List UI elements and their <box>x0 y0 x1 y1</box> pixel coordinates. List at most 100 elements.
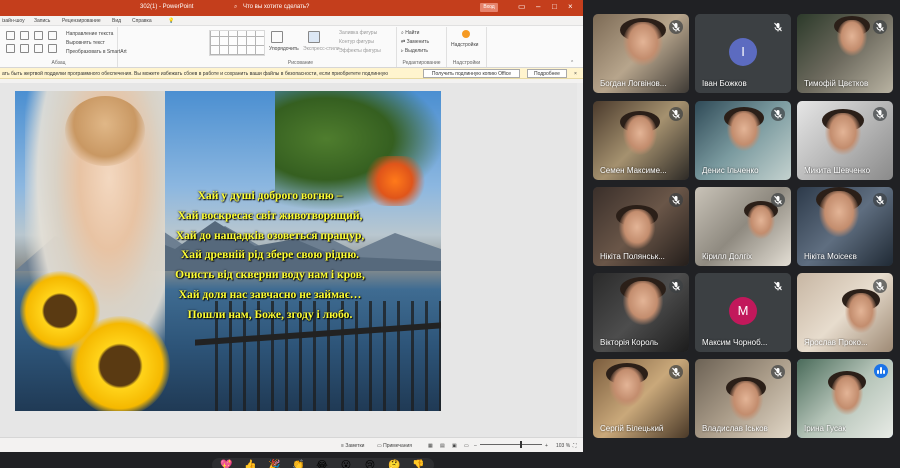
select-button[interactable]: ▹ Выделить <box>401 48 428 54</box>
arrange-button[interactable]: Упорядочить <box>269 46 299 52</box>
participant-tile[interactable]: Владислав Іськов <box>695 359 791 438</box>
shape-effects-button[interactable]: Эффекты фигуры <box>339 48 381 54</box>
tab-review[interactable]: Рецензирование <box>62 18 101 24</box>
mic-muted-icon <box>771 107 785 121</box>
normal-view-icon[interactable]: ▦ <box>428 443 433 449</box>
bullets-icon[interactable] <box>6 31 15 40</box>
align-text-button[interactable]: Выровнять текст <box>66 40 105 46</box>
reaction-laugh-icon[interactable]: 😂 <box>316 460 328 468</box>
zoom-in-icon[interactable]: + <box>545 443 548 449</box>
status-bar: ≡ Заметки ▭ Примечания ▦ ▤ ▣ ▭ – + 103 %… <box>0 437 583 452</box>
mic-muted-icon <box>771 279 785 293</box>
group-label-editing: Редактирование <box>402 60 441 66</box>
notes-button[interactable]: ≡ Заметки <box>341 443 364 449</box>
addins-button[interactable]: Надстройки <box>451 42 478 48</box>
reaction-sad-icon[interactable]: 😢 <box>364 460 376 468</box>
poem-line: Пошли нам, Боже, згоду і любо. <box>187 307 353 321</box>
participant-tile[interactable]: Микита Шевченко <box>797 101 893 180</box>
fit-slide-icon[interactable]: ⛶ <box>573 443 577 449</box>
participant-tile[interactable]: Семен Максиме... <box>593 101 689 180</box>
minimize-icon[interactable]: – <box>536 2 540 11</box>
replace-button[interactable]: ⇄ Заменить <box>401 39 429 45</box>
reaction-thumbs-down-icon[interactable]: 👎 <box>412 460 424 468</box>
sign-in-button[interactable]: Вход <box>480 3 498 12</box>
mic-muted-icon <box>669 279 683 293</box>
participant-tile[interactable]: I Іван Божков <box>695 14 791 93</box>
align-center-icon[interactable] <box>20 44 29 53</box>
participant-face <box>837 20 867 56</box>
tell-me-search[interactable]: Что вы хотите сделать? <box>243 4 309 10</box>
search-icon[interactable]: ⌕ <box>234 4 237 11</box>
participant-name: Ірина Гусак <box>804 424 846 433</box>
select-label: Выделить <box>404 48 428 54</box>
find-button[interactable]: ⌕ Найти <box>401 30 419 36</box>
ribbon-display-icon[interactable]: ▭ <box>518 2 526 11</box>
quick-styles-icon[interactable] <box>308 31 320 43</box>
vertical-scrollbar[interactable] <box>577 83 583 437</box>
tab-view[interactable]: Вид <box>112 18 121 24</box>
zoom-slider[interactable] <box>480 444 542 445</box>
mic-muted-icon <box>669 365 683 379</box>
collapse-ribbon-icon[interactable]: ⌃ <box>570 60 574 66</box>
addins-icon[interactable] <box>462 30 470 38</box>
reaction-surprised-icon[interactable]: 😮 <box>340 460 352 468</box>
participant-tile[interactable]: Вікторія Король <box>593 273 689 352</box>
align-left-icon[interactable] <box>6 44 15 53</box>
close-message-icon[interactable]: × <box>574 71 577 77</box>
close-icon[interactable]: × <box>568 2 573 11</box>
participant-face <box>623 22 663 66</box>
zoom-out-icon[interactable]: – <box>474 443 477 449</box>
reading-view-icon[interactable]: ▣ <box>452 443 457 449</box>
justify-icon[interactable] <box>48 44 57 53</box>
smartart-button[interactable]: Преобразовать в SmartArt <box>66 49 127 55</box>
participant-tile[interactable]: Сергій Білецький <box>593 359 689 438</box>
lightbulb-icon: 💡 <box>168 18 175 24</box>
decrease-indent-icon[interactable] <box>34 31 43 40</box>
tab-slideshow[interactable]: ізайн-шоу <box>2 18 25 24</box>
reaction-thinking-icon[interactable]: 🤔 <box>388 460 400 468</box>
zoom-level[interactable]: 103 % <box>556 443 570 449</box>
maximize-icon[interactable]: □ <box>552 2 557 11</box>
reaction-party-icon[interactable]: 🎉 <box>268 460 280 468</box>
mic-muted-icon <box>669 193 683 207</box>
text-direction-button[interactable]: Направление текста <box>66 31 113 37</box>
learn-more-button[interactable]: Подробнее <box>527 69 567 78</box>
get-genuine-button[interactable]: Получить подлинную копию Office <box>423 69 520 78</box>
participant-name: Тимофій Цвєтков <box>804 79 869 88</box>
reaction-clap-icon[interactable]: 👏 <box>292 460 304 468</box>
participant-tile[interactable]: M Максим Чорноб... <box>695 273 791 352</box>
participant-tile[interactable]: Денис Ільченко <box>695 101 791 180</box>
comments-button[interactable]: ▭ Примечания <box>377 443 412 449</box>
slide[interactable]: Хай у душі доброго вогню – Хай воскресає… <box>15 91 441 411</box>
sunflower-image <box>70 316 170 411</box>
participant-tile[interactable]: Богдан Логвінов... <box>593 14 689 93</box>
shape-outline-button[interactable]: Контур фигуры <box>339 39 374 45</box>
reaction-thumbs-up-icon[interactable]: 👍 <box>244 460 256 468</box>
numbering-icon[interactable] <box>20 31 29 40</box>
participant-tile[interactable]: Ярослав Проко... <box>797 273 893 352</box>
reactions-bar: 💖 👍 🎉 👏 😂 😮 😢 🤔 👎 <box>212 458 434 468</box>
avatar: M <box>729 297 757 325</box>
participant-tile[interactable]: Кірилл Долгіх <box>695 187 791 266</box>
zoom-slider-thumb[interactable] <box>520 441 522 448</box>
quick-styles-button[interactable]: Экспресс-стили <box>303 46 340 52</box>
increase-indent-icon[interactable] <box>48 31 57 40</box>
slideshow-view-icon[interactable]: ▭ <box>464 443 469 449</box>
reaction-heart-icon[interactable]: 💖 <box>220 460 232 468</box>
tab-record[interactable]: Запись <box>34 18 50 24</box>
arrange-icon[interactable] <box>271 31 283 43</box>
powerpoint-window: 302(1) - PowerPoint ⌕ Что вы хотите сдел… <box>0 0 583 452</box>
tab-help[interactable]: Справка <box>132 18 152 24</box>
participant-tile[interactable]: Ірина Гусак <box>797 359 893 438</box>
slide-sorter-icon[interactable]: ▤ <box>440 443 445 449</box>
shape-fill-button[interactable]: Заливка фигуры <box>339 30 377 36</box>
participant-tile[interactable]: Тимофій Цвєтков <box>797 14 893 93</box>
participant-name: Денис Ільченко <box>702 166 759 175</box>
shapes-gallery[interactable] <box>209 30 265 56</box>
license-message-bar: ать быть жертвой подделки программного о… <box>0 68 583 79</box>
align-right-icon[interactable] <box>34 44 43 53</box>
group-label-drawing: Рисование <box>287 60 314 66</box>
participant-tile[interactable]: Нікіта Полянськ... <box>593 187 689 266</box>
participant-tile[interactable]: Нікіта Моісеєв <box>797 187 893 266</box>
mic-muted-icon <box>873 279 887 293</box>
